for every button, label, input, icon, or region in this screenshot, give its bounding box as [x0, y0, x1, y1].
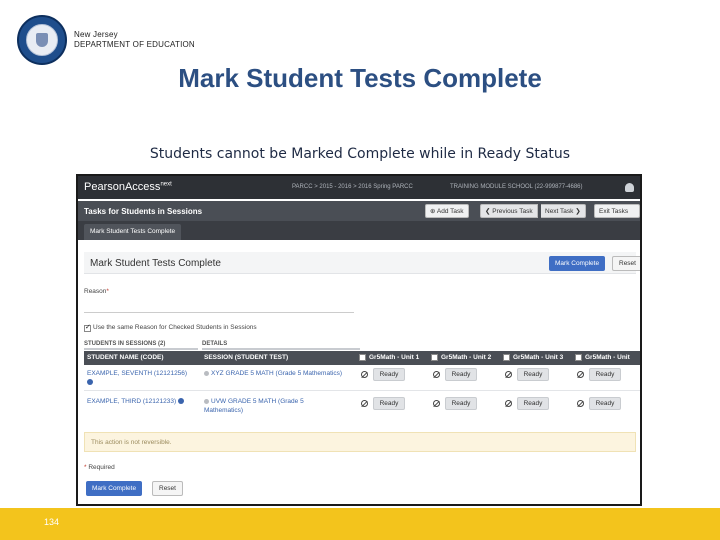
info-icon[interactable] — [177, 398, 184, 405]
unit-1-status-ready[interactable]: Ready — [373, 368, 405, 381]
app-topbar: PearsonAccessnext PARCC > 2015 - 2016 > … — [78, 176, 640, 199]
session-link-continued[interactable]: Mathematics) — [204, 407, 243, 414]
session-status-icon — [204, 398, 209, 404]
unit-1-status-ready[interactable]: Ready — [373, 397, 405, 410]
group-header-students: STUDENTS IN SESSIONS (2) — [84, 338, 198, 350]
reset-button-top[interactable]: Reset — [612, 256, 640, 271]
column-header-unit-1[interactable]: Gr5Math - Unit 1 — [356, 351, 428, 365]
reason-input[interactable] — [84, 297, 354, 313]
unit-4-select-all-checkbox[interactable] — [575, 353, 582, 361]
column-header-unit-4[interactable]: Gr5Math - Unit — [572, 351, 640, 365]
exit-tasks-button[interactable]: Exit Tasks ✕ — [594, 204, 640, 228]
student-name-link[interactable]: EXAMPLE, THIRD (12121233) — [87, 398, 176, 405]
mark-complete-button-bottom[interactable]: Mark Complete — [86, 481, 143, 496]
tab-mark-student-tests-complete[interactable]: Mark Student Tests Complete — [84, 224, 182, 240]
required-note: * Required — [84, 464, 115, 471]
organization-selector[interactable]: TRAINING MODULE SCHOOL (22-999877-4686) — [450, 184, 583, 190]
app-brand[interactable]: PearsonAccessnext — [84, 181, 172, 193]
next-task-button[interactable]: Next Task ❯ — [541, 204, 586, 218]
previous-task-button[interactable]: ❮ Previous Task — [480, 204, 538, 218]
warning-text: This action is not reversible. — [91, 439, 172, 446]
blocked-icon — [361, 400, 368, 407]
slide-subtitle: Students cannot be Marked Complete while… — [149, 146, 571, 162]
blocked-icon — [505, 371, 512, 378]
unit-3-status-ready[interactable]: Ready — [517, 397, 549, 410]
table-row: EXAMPLE, SEVENTH (12121256) — [87, 369, 199, 387]
unit-4-status-ready[interactable]: Ready — [589, 397, 621, 410]
mark-complete-button-top[interactable]: Mark Complete — [549, 256, 606, 271]
blocked-icon — [433, 400, 440, 407]
use-same-reason-label: Use the same Reason for Checked Students… — [93, 324, 257, 331]
breadcrumb[interactable]: PARCC > 2015 - 2016 > 2016 Spring PARCC — [292, 184, 413, 190]
column-header-unit-2[interactable]: Gr5Math - Unit 2 — [428, 351, 500, 365]
task-toolbar: Tasks for Students in Sessions ⊕ Add Tas… — [78, 201, 640, 228]
footer-bar: 134 — [0, 508, 720, 540]
org-line-department: DEPARTMENT OF EDUCATION — [74, 40, 195, 49]
unit-2-status-ready[interactable]: Ready — [445, 397, 477, 410]
column-header-student[interactable]: STUDENT NAME (CODE) — [84, 351, 201, 365]
task-content: Mark Student Tests Complete Mark Complet… — [78, 240, 640, 504]
irreversible-warning: This action is not reversible. — [84, 432, 636, 452]
unit-2-status-ready[interactable]: Ready — [445, 368, 477, 381]
student-name-link[interactable]: EXAMPLE, SEVENTH (12121256) — [87, 370, 187, 377]
column-header-unit-3[interactable]: Gr5Math - Unit 3 — [500, 351, 572, 365]
session-link[interactable]: UVW GRADE 5 MATH (Grade 5 — [211, 398, 304, 405]
reason-label: Reason* — [84, 288, 109, 295]
task-tabs: Mark Student Tests Complete — [78, 221, 640, 240]
blocked-icon — [505, 400, 512, 407]
unit-2-select-all-checkbox[interactable] — [431, 353, 438, 361]
use-same-reason-checkbox[interactable] — [84, 323, 91, 332]
slide-title: Mark Student Tests Complete — [178, 63, 542, 93]
column-header-session[interactable]: SESSION (STUDENT TEST) — [201, 351, 356, 365]
session-link[interactable]: XYZ GRADE 5 MATH (Grade 5 Mathematics) — [211, 370, 342, 377]
page-number: 134 — [44, 517, 60, 527]
row-divider — [84, 390, 640, 391]
add-task-button[interactable]: ⊕ Add Task — [425, 204, 469, 218]
nj-seal-logo — [17, 15, 67, 65]
user-icon[interactable] — [625, 183, 634, 192]
org-name: New Jersey DEPARTMENT OF EDUCATION — [74, 30, 195, 50]
blocked-icon — [433, 371, 440, 378]
task-toolbar-title: Tasks for Students in Sessions — [84, 207, 203, 216]
session-cell: XYZ GRADE 5 MATH (Grade 5 Mathematics) — [204, 369, 356, 378]
unit-4-status-ready[interactable]: Ready — [589, 368, 621, 381]
session-status-icon — [204, 370, 209, 376]
unit-1-select-all-checkbox[interactable] — [359, 353, 366, 361]
blocked-icon — [577, 400, 584, 407]
table-row: EXAMPLE, THIRD (12121233) — [87, 397, 199, 406]
panel-header: Mark Student Tests Complete Mark Complet… — [84, 252, 640, 274]
unit-3-select-all-checkbox[interactable] — [503, 353, 510, 361]
org-line-state: New Jersey — [74, 30, 118, 39]
unit-3-status-ready[interactable]: Ready — [517, 368, 549, 381]
blocked-icon — [577, 371, 584, 378]
panel-title: Mark Student Tests Complete — [90, 258, 221, 269]
info-icon[interactable] — [87, 379, 93, 386]
reset-button-bottom[interactable]: Reset — [152, 481, 183, 496]
group-header-details: DETAILS — [202, 338, 360, 350]
blocked-icon — [361, 371, 368, 378]
session-cell: UVW GRADE 5 MATH (Grade 5 Mathematics) — [204, 397, 356, 415]
pearson-access-window: PearsonAccessnext PARCC > 2015 - 2016 > … — [76, 174, 642, 506]
